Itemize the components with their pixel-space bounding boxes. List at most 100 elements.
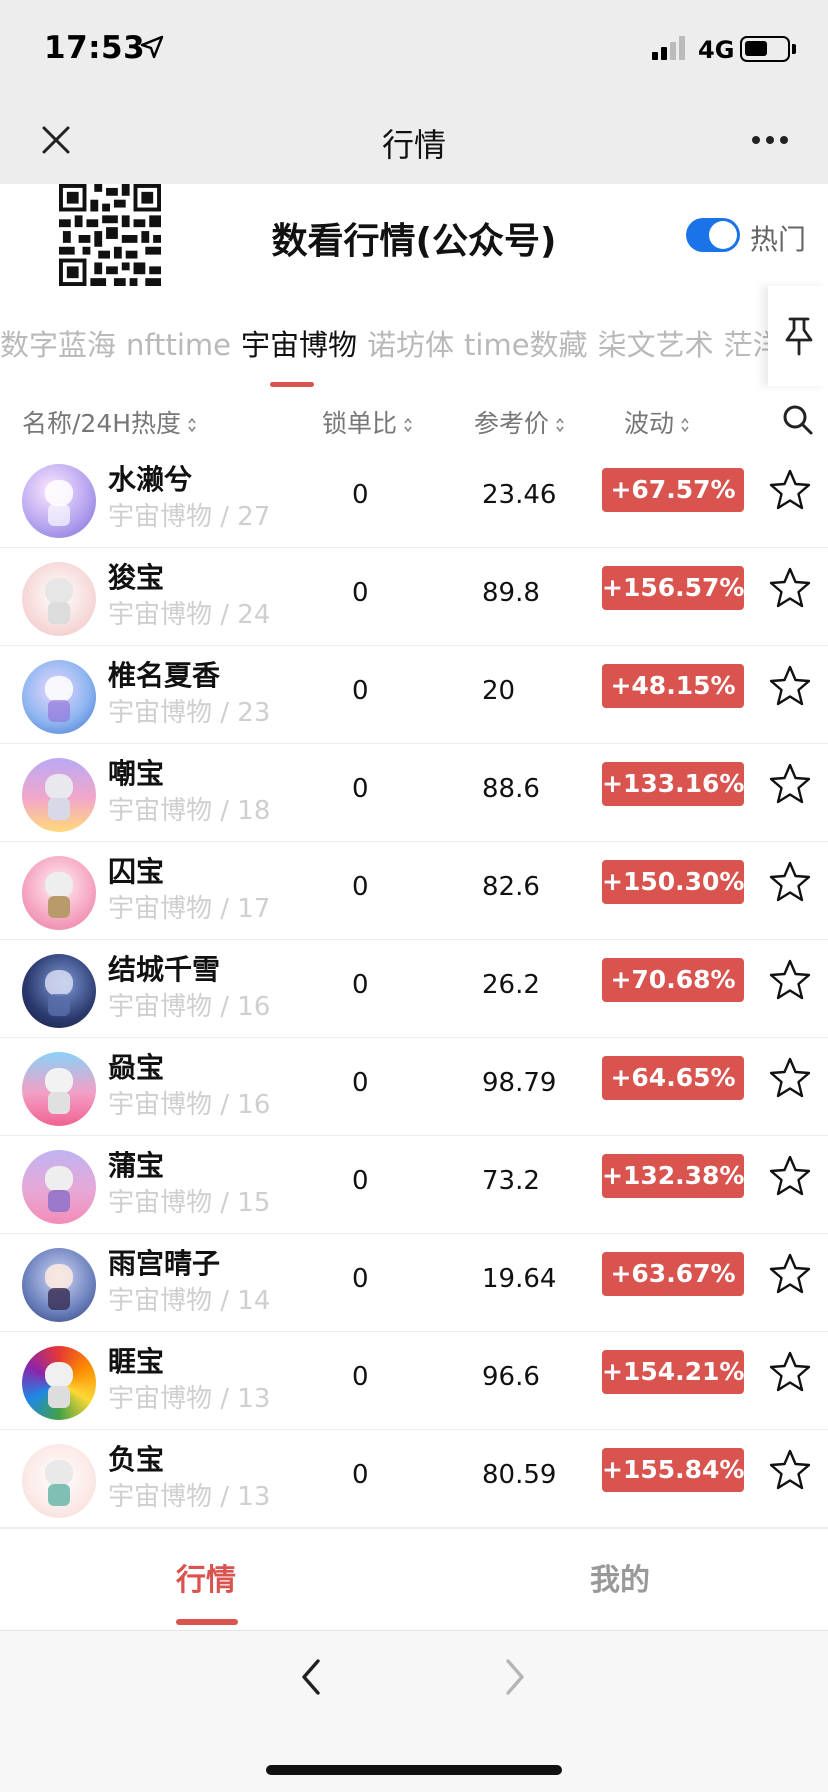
- change-badge: +133.16%: [602, 762, 744, 806]
- hot-toggle-label: 热门: [750, 223, 807, 256]
- star-icon[interactable]: [768, 1154, 812, 1198]
- lock-ratio: 0: [352, 1166, 369, 1196]
- star-icon[interactable]: [768, 1056, 812, 1100]
- item-platform-heat: 宇宙博物 / 16: [108, 992, 271, 1022]
- table-row[interactable]: 囚宝 宇宙博物 / 17 0 82.6 +150.30%: [0, 842, 828, 940]
- lock-ratio: 0: [352, 774, 369, 804]
- item-platform-heat: 宇宙博物 / 15: [108, 1188, 271, 1218]
- change-badge: +63.67%: [602, 1252, 744, 1296]
- avatar: [22, 464, 96, 538]
- tab-timeshucang[interactable]: time数藏: [464, 322, 588, 364]
- more-icon[interactable]: [752, 136, 792, 148]
- tab-nuofangti[interactable]: 诺坊体: [367, 322, 454, 364]
- item-platform-heat: 宇宙博物 / 27: [108, 502, 271, 532]
- sort-icon: [188, 417, 196, 433]
- column-change[interactable]: 波动: [624, 404, 690, 440]
- star-icon[interactable]: [768, 1448, 812, 1492]
- lock-ratio: 0: [352, 1264, 369, 1294]
- status-time: 17:53: [44, 30, 146, 66]
- star-icon[interactable]: [768, 1252, 812, 1296]
- column-name-heat[interactable]: 名称/24H热度: [22, 404, 197, 440]
- hot-toggle[interactable]: [686, 218, 740, 252]
- lock-ratio: 0: [352, 1362, 369, 1392]
- avatar: [22, 1248, 96, 1322]
- bottom-tab-indicator: [176, 1619, 238, 1625]
- sort-icon: [556, 417, 564, 433]
- tab-mine[interactable]: 我的: [590, 1555, 650, 1599]
- sort-icon: [681, 417, 689, 433]
- column-change-label: 波动: [624, 409, 675, 438]
- item-name: 负宝: [108, 1443, 165, 1476]
- table-row[interactable]: 嘲宝 宇宙博物 / 18 0 88.6 +133.16%: [0, 744, 828, 842]
- pin-button[interactable]: [768, 286, 828, 386]
- tab-nfttime[interactable]: nfttime: [126, 328, 231, 362]
- column-ref-price[interactable]: 参考价: [474, 404, 565, 440]
- ref-price: 82.6: [482, 872, 540, 902]
- signal-icon: [652, 36, 688, 60]
- tab-market[interactable]: 行情: [176, 1555, 236, 1599]
- column-lock-ratio[interactable]: 锁单比: [322, 404, 413, 440]
- ref-price: 73.2: [482, 1166, 540, 1196]
- tab-mangyang[interactable]: 茫洋: [724, 322, 768, 364]
- item-platform-heat: 宇宙博物 / 13: [108, 1482, 271, 1512]
- item-platform-heat: 宇宙博物 / 14: [108, 1286, 271, 1316]
- table-row[interactable]: 睚宝 宇宙博物 / 13 0 96.6 +154.21%: [0, 1332, 828, 1430]
- lock-ratio: 0: [352, 578, 369, 608]
- change-badge: +64.65%: [602, 1056, 744, 1100]
- avatar: [22, 1444, 96, 1518]
- star-icon[interactable]: [768, 762, 812, 806]
- column-name-label: 名称/24H热度: [22, 409, 182, 438]
- chevron-left-icon[interactable]: [296, 1655, 326, 1699]
- home-indicator[interactable]: [266, 1765, 562, 1775]
- lock-ratio: 0: [352, 1460, 369, 1490]
- table-row[interactable]: 水濑兮 宇宙博物 / 27 0 23.46 +67.57%: [0, 450, 828, 548]
- avatar: [22, 1150, 96, 1224]
- tab-qiwenyishu[interactable]: 柒文艺术: [598, 322, 714, 364]
- star-icon[interactable]: [768, 860, 812, 904]
- change-badge: +155.84%: [602, 1448, 744, 1492]
- ref-price: 19.64: [482, 1264, 557, 1294]
- battery-icon: [740, 36, 790, 62]
- table-row[interactable]: 狻宝 宇宙博物 / 24 0 89.8 +156.57%: [0, 548, 828, 646]
- change-badge: +70.68%: [602, 958, 744, 1002]
- star-icon[interactable]: [768, 958, 812, 1002]
- star-icon[interactable]: [768, 1350, 812, 1394]
- table-row[interactable]: 雨宫晴子 宇宙博物 / 14 0 19.64 +63.67%: [0, 1234, 828, 1332]
- lock-ratio: 0: [352, 970, 369, 1000]
- nav-bar: 行情: [0, 100, 828, 184]
- ref-price: 26.2: [482, 970, 540, 1000]
- browser-toolbar: [0, 1630, 828, 1792]
- ref-price: 20: [482, 676, 516, 706]
- bottom-tab-bar: 行情 我的: [0, 1528, 828, 1630]
- item-platform-heat: 宇宙博物 / 24: [108, 600, 271, 630]
- change-badge: +132.38%: [602, 1154, 744, 1198]
- search-icon[interactable]: [782, 404, 814, 436]
- lock-ratio: 0: [352, 480, 369, 510]
- nav-title: 行情: [381, 126, 446, 164]
- star-icon[interactable]: [768, 566, 812, 610]
- table-row[interactable]: 负宝 宇宙博物 / 13 0 80.59 +155.84%: [0, 1430, 828, 1528]
- star-icon[interactable]: [768, 468, 812, 512]
- lock-ratio: 0: [352, 1068, 369, 1098]
- star-icon[interactable]: [768, 664, 812, 708]
- table-row[interactable]: 椎名夏香 宇宙博物 / 23 0 20 +48.15%: [0, 646, 828, 744]
- tab-yuzhoubowu[interactable]: 宇宙博物: [241, 322, 357, 364]
- ref-price: 89.8: [482, 578, 540, 608]
- table-row[interactable]: 赑宝 宇宙博物 / 16 0 98.79 +64.65%: [0, 1038, 828, 1136]
- ref-price: 80.59: [482, 1460, 557, 1490]
- item-name: 结城千雪: [108, 953, 221, 986]
- item-name: 赑宝: [108, 1051, 165, 1084]
- network-label: 4G: [698, 36, 735, 64]
- tab-shuzilanhai[interactable]: 数字蓝海: [0, 322, 116, 364]
- item-platform-heat: 宇宙博物 / 13: [108, 1384, 271, 1414]
- ref-price: 98.79: [482, 1068, 557, 1098]
- chevron-right-icon[interactable]: [500, 1655, 530, 1699]
- item-name: 狻宝: [108, 561, 165, 594]
- change-badge: +150.30%: [602, 860, 744, 904]
- status-bar: 17:53 4G: [0, 0, 828, 100]
- table-row[interactable]: 结城千雪 宇宙博物 / 16 0 26.2 +70.68%: [0, 940, 828, 1038]
- item-name: 水濑兮: [108, 463, 193, 496]
- battery-cap: [792, 44, 796, 54]
- ref-price: 88.6: [482, 774, 540, 804]
- table-row[interactable]: 蒲宝 宇宙博物 / 15 0 73.2 +132.38%: [0, 1136, 828, 1234]
